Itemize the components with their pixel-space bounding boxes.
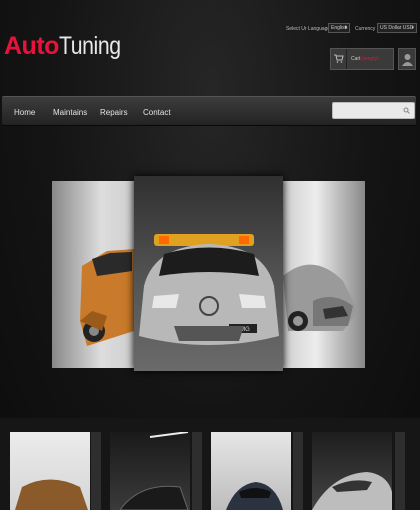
nav-item-maintains[interactable]: Maintains <box>53 108 87 117</box>
slider-image-left[interactable] <box>52 181 134 368</box>
language-select[interactable]: English ▾ <box>328 23 350 33</box>
logo-auto: Auto <box>4 32 59 60</box>
thumbnail-4[interactable] <box>312 432 392 510</box>
language-label: Select Ur Language : <box>286 26 333 32</box>
thumbnail-3-scrollbar[interactable] <box>293 432 303 510</box>
thumbnail-2-scrollbar[interactable] <box>192 432 202 510</box>
slider-image-center[interactable]: AMG <box>134 176 283 371</box>
thumbnail-3[interactable] <box>211 432 291 510</box>
nav-item-repairs[interactable]: Repairs <box>100 108 128 117</box>
currency-select[interactable]: US Dollar USD ▾ <box>377 23 417 33</box>
main-nav: Home Maintains Repairs Contact <box>2 96 416 126</box>
cart-label: Cart <box>351 56 361 62</box>
thumbnail-1-scrollbar[interactable] <box>91 432 101 510</box>
nav-item-contact[interactable]: Contact <box>143 108 171 117</box>
cart-summary: Cart (empty) <box>351 56 379 62</box>
cart-status: (empty) <box>361 56 379 62</box>
cart-icon <box>331 49 347 69</box>
page: AutoTuning Select Ur Language : English … <box>0 0 420 510</box>
site-logo[interactable]: AutoTuning <box>4 32 131 61</box>
logo-tuning: Tuning <box>58 32 121 60</box>
thumbnail-2[interactable] <box>110 432 190 510</box>
orange-suv-image <box>80 249 134 346</box>
search-icon[interactable] <box>403 107 410 114</box>
search-input[interactable] <box>332 102 415 119</box>
cart-button[interactable]: Cart (empty) <box>330 48 394 70</box>
user-icon <box>402 54 413 66</box>
thumbnail-1[interactable] <box>10 432 90 510</box>
slider-image-right[interactable] <box>283 181 365 368</box>
currency-value: US Dollar USD <box>380 25 414 31</box>
thumbnail-4-scrollbar[interactable] <box>395 432 405 510</box>
dropdown-arrow-icon: ▾ <box>411 25 414 31</box>
nav-item-home[interactable]: Home <box>14 108 35 117</box>
account-button[interactable] <box>398 48 416 70</box>
dropdown-arrow-icon: ▾ <box>344 25 347 31</box>
currency-label: Currency : <box>355 26 379 32</box>
silver-roadster-image <box>283 264 358 331</box>
amg-safety-car-image: AMG <box>139 234 279 345</box>
